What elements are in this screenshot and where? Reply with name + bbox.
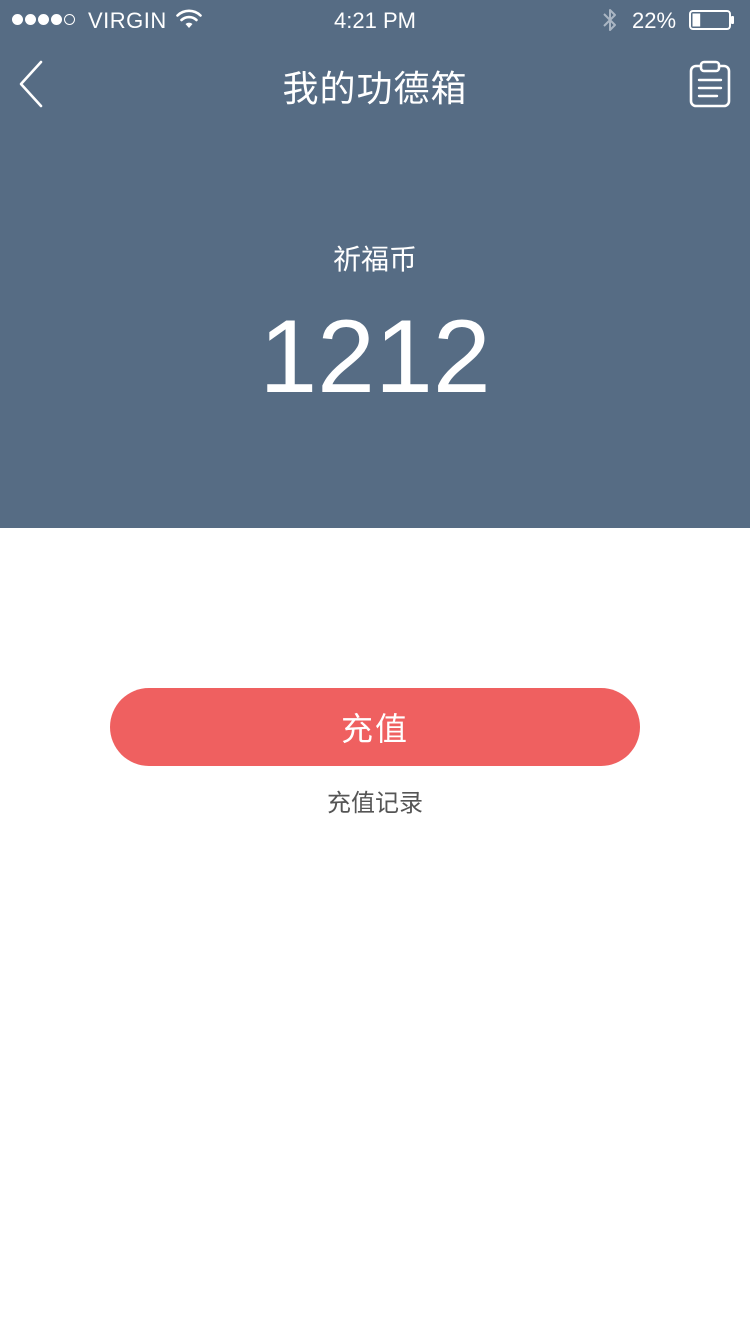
balance-value: 1212 [259, 299, 491, 415]
bluetooth-icon [603, 9, 616, 31]
page-title: 我的功德箱 [282, 69, 468, 110]
recharge-history-link[interactable]: 充值记录 [0, 783, 750, 818]
battery-icon [689, 10, 734, 30]
battery-percent: 22% [632, 8, 677, 33]
recharge-button[interactable]: 充值 [110, 688, 640, 766]
clipboard-icon[interactable] [687, 58, 733, 110]
status-bar: VIRGIN 4:21 PM 22% [0, 0, 750, 40]
balance-label: 祈福币 [332, 243, 417, 276]
